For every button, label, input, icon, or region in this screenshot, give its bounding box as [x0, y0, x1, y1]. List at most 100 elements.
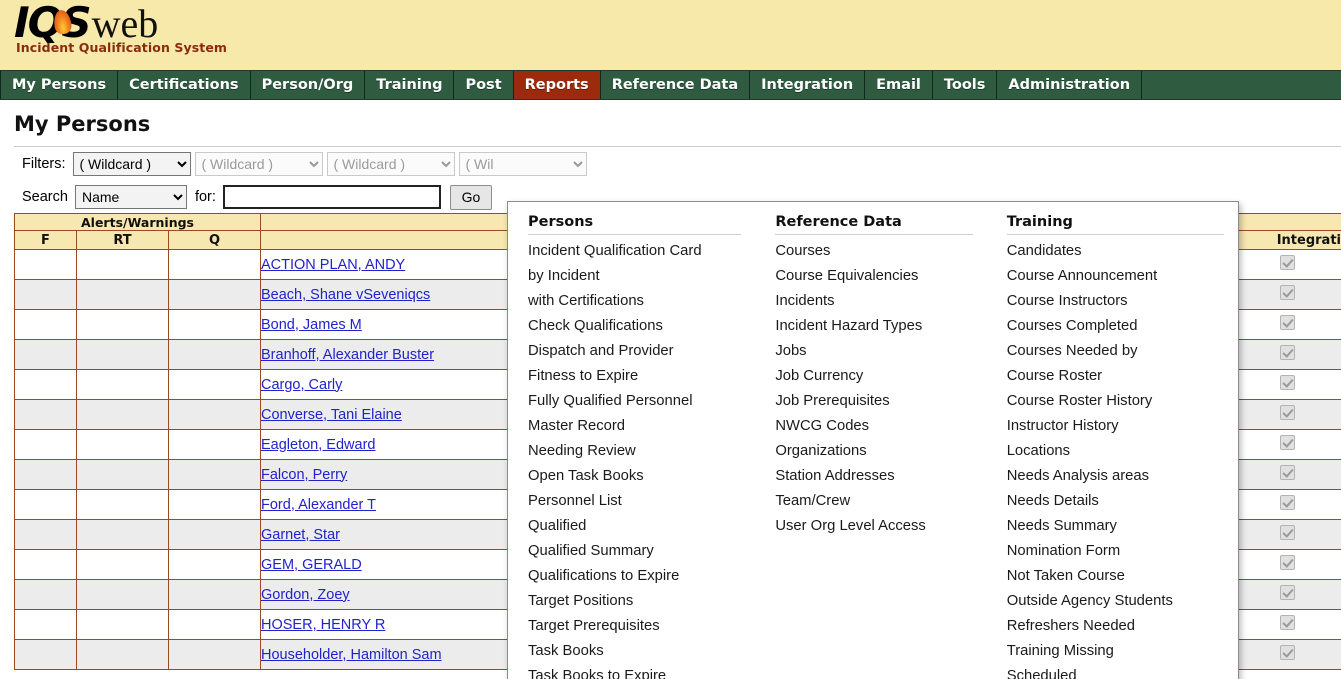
nav-item-my-persons[interactable]: My Persons	[0, 71, 119, 99]
menu-item-qualified-summary[interactable]: Qualified Summary	[528, 539, 741, 564]
integration-checkbox[interactable]	[1279, 525, 1295, 540]
menu-item-course-roster[interactable]: Course Roster	[1007, 364, 1224, 389]
integration-checkbox[interactable]	[1279, 345, 1295, 360]
menu-item-course-instructors[interactable]: Course Instructors	[1007, 289, 1224, 314]
menu-item-needs-analysis-areas[interactable]: Needs Analysis areas	[1007, 464, 1224, 489]
person-name-link[interactable]: Ford, Alexander T	[261, 497, 376, 513]
menu-item-not-taken-course[interactable]: Not Taken Course	[1007, 564, 1224, 589]
menu-item-nomination-form[interactable]: Nomination Form	[1007, 539, 1224, 564]
filter-select-4[interactable]: ( Wil	[458, 152, 587, 176]
filter-select-2[interactable]: ( Wildcard )	[194, 152, 323, 176]
menu-item-qualifications-to-expire[interactable]: Qualifications to Expire	[528, 564, 741, 589]
nav-item-certifications[interactable]: Certifications	[118, 71, 251, 99]
column-header-integration[interactable]: Integrati	[1232, 230, 1341, 250]
nav-item-tools[interactable]: Tools	[933, 71, 998, 99]
person-name-link[interactable]: GEM, GERALD	[261, 557, 362, 573]
column-header-q[interactable]: Q	[168, 230, 261, 250]
menu-item-personnel-list[interactable]: Personnel List	[528, 489, 741, 514]
person-name-link[interactable]: HOSER, HENRY R	[261, 617, 385, 633]
go-button[interactable]: Go	[449, 184, 492, 210]
menu-item-needs-summary[interactable]: Needs Summary	[1007, 514, 1224, 539]
menu-item-target-prerequisites[interactable]: Target Prerequisites	[528, 614, 741, 639]
menu-item-open-task-books[interactable]: Open Task Books	[528, 464, 741, 489]
menu-item-team-crew[interactable]: Team/Crew	[775, 489, 972, 514]
menu-item-by-incident[interactable]: by Incident	[528, 264, 741, 289]
menu-item-training-missing[interactable]: Training Missing	[1007, 639, 1224, 664]
integration-checkbox[interactable]	[1279, 315, 1295, 330]
menu-item-task-books[interactable]: Task Books	[528, 639, 741, 664]
nav-item-training[interactable]: Training	[365, 71, 455, 99]
search-input[interactable]	[222, 185, 441, 209]
integration-checkbox[interactable]	[1279, 405, 1295, 420]
menu-item-courses[interactable]: Courses	[775, 239, 972, 264]
menu-item-course-roster-history[interactable]: Course Roster History	[1007, 389, 1224, 414]
person-name-link[interactable]: ACTION PLAN, ANDY	[261, 257, 405, 273]
integration-checkbox[interactable]	[1279, 585, 1295, 600]
menu-item-candidates[interactable]: Candidates	[1007, 239, 1224, 264]
menu-item-needs-details[interactable]: Needs Details	[1007, 489, 1224, 514]
person-name-link[interactable]: Householder, Hamilton Sam	[261, 647, 442, 663]
menu-item-incident-qualification-card[interactable]: Incident Qualification Card	[528, 239, 741, 264]
integration-checkbox[interactable]	[1279, 615, 1295, 630]
person-name-link[interactable]: Eagleton, Edward	[261, 437, 375, 453]
filter-select-1[interactable]: ( Wildcard )	[72, 152, 191, 176]
integration-checkbox[interactable]	[1279, 465, 1295, 480]
integration-checkbox[interactable]	[1279, 255, 1295, 270]
menu-item-course-equivalencies[interactable]: Course Equivalencies	[775, 264, 972, 289]
menu-item-job-currency[interactable]: Job Currency	[775, 364, 972, 389]
menu-item-organizations[interactable]: Organizations	[775, 439, 972, 464]
menu-item-check-qualifications[interactable]: Check Qualifications	[528, 314, 741, 339]
person-name-link[interactable]: Converse, Tani Elaine	[261, 407, 402, 423]
menu-item-master-record[interactable]: Master Record	[528, 414, 741, 439]
nav-item-email[interactable]: Email	[865, 71, 933, 99]
menu-item-task-books-to-expire[interactable]: Task Books to Expire	[528, 664, 741, 679]
menu-item-incident-hazard-types[interactable]: Incident Hazard Types	[775, 314, 972, 339]
menu-item-course-announcement[interactable]: Course Announcement	[1007, 264, 1224, 289]
integration-checkbox[interactable]	[1279, 555, 1295, 570]
menu-item-jobs[interactable]: Jobs	[775, 339, 972, 364]
person-name-link[interactable]: Gordon, Zoey	[261, 587, 350, 603]
filter-select-3[interactable]: ( Wildcard )	[326, 152, 455, 176]
integration-checkbox[interactable]	[1279, 495, 1295, 510]
menu-item-user-org-level-access[interactable]: User Org Level Access	[775, 514, 972, 539]
menu-item-fully-qualified-personnel[interactable]: Fully Qualified Personnel	[528, 389, 741, 414]
nav-item-reports[interactable]: Reports	[513, 71, 601, 99]
menu-item-qualified[interactable]: Qualified	[528, 514, 741, 539]
integration-checkbox[interactable]	[1279, 375, 1295, 390]
menu-item-courses-completed[interactable]: Courses Completed	[1007, 314, 1224, 339]
menu-item-refreshers-needed[interactable]: Refreshers Needed	[1007, 614, 1224, 639]
integration-checkbox[interactable]	[1279, 645, 1295, 660]
integration-checkbox[interactable]	[1279, 285, 1295, 300]
nav-item-administration[interactable]: Administration	[997, 71, 1143, 99]
menu-item-locations[interactable]: Locations	[1007, 439, 1224, 464]
menu-item-incidents[interactable]: Incidents	[775, 289, 972, 314]
menu-item-target-positions[interactable]: Target Positions	[528, 589, 741, 614]
person-name-link[interactable]: Garnet, Star	[261, 527, 340, 543]
person-name-link[interactable]: Beach, Shane vSeveniqcs	[261, 287, 430, 303]
column-header-rt[interactable]: RT	[76, 230, 169, 250]
nav-item-reference-data[interactable]: Reference Data	[601, 71, 751, 99]
person-name-link[interactable]: Falcon, Perry	[261, 467, 347, 483]
search-field-select[interactable]: Name	[74, 185, 187, 209]
person-name-link[interactable]: Cargo, Carly	[261, 377, 342, 393]
menu-item-with-certifications[interactable]: with Certifications	[528, 289, 741, 314]
menu-item-courses-needed-by[interactable]: Courses Needed by	[1007, 339, 1224, 364]
person-name-link[interactable]: Branhoff, Alexander Buster	[261, 347, 434, 363]
menu-item-instructor-history[interactable]: Instructor History	[1007, 414, 1224, 439]
nav-item-integration[interactable]: Integration	[750, 71, 866, 99]
nav-item-post[interactable]: Post	[454, 71, 514, 99]
menu-item-outside-agency-students[interactable]: Outside Agency Students	[1007, 589, 1224, 614]
menu-item-scheduled[interactable]: Scheduled	[1007, 664, 1224, 679]
person-name-link[interactable]: Bond, James M	[261, 317, 362, 333]
search-label: Search	[22, 189, 68, 205]
menu-item-job-prerequisites[interactable]: Job Prerequisites	[775, 389, 972, 414]
menu-item-dispatch-and-provider[interactable]: Dispatch and Provider	[528, 339, 741, 364]
menu-item-needing-review[interactable]: Needing Review	[528, 439, 741, 464]
menu-item-station-addresses[interactable]: Station Addresses	[775, 464, 972, 489]
nav-item-person-org[interactable]: Person/Org	[251, 71, 366, 99]
cell-alert-f	[14, 579, 77, 610]
menu-item-nwcg-codes[interactable]: NWCG Codes	[775, 414, 972, 439]
menu-item-fitness-to-expire[interactable]: Fitness to Expire	[528, 364, 741, 389]
integration-checkbox[interactable]	[1279, 435, 1295, 450]
column-header-f[interactable]: F	[14, 230, 77, 250]
